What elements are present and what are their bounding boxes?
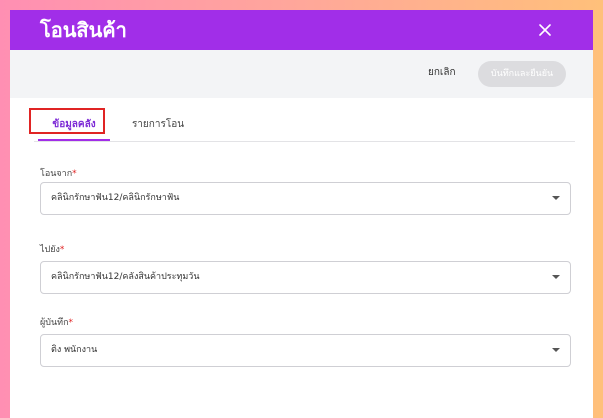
tab-highlight-box — [29, 108, 105, 134]
required-mark: * — [72, 169, 77, 179]
to-field-label: ไปยัง* — [40, 245, 65, 255]
tab-transfer-items[interactable]: รายการโอน — [122, 108, 194, 141]
caret-down-icon — [552, 275, 560, 279]
from-field-label: โอนจาก* — [40, 169, 77, 179]
from-select[interactable]: คลินิกรักษาฟัน12/คลินิกรักษาฟัน — [40, 182, 571, 215]
recorder-select-value: ติง พนักงาน — [51, 345, 98, 355]
action-bar: ยกเลิก บันทึกและยืนยัน — [10, 50, 593, 98]
transfer-dialog: โอนสินค้า ยกเลิก บันทึกและยืนยัน ข้อมูลค… — [10, 10, 593, 418]
to-select[interactable]: คลินิกรักษาฟัน12/คลังสินค้าประทุมวัน — [40, 261, 571, 294]
dialog-title: โอนสินค้า — [40, 18, 127, 42]
recorder-field-label: ผู้บันทึก* — [40, 318, 74, 328]
recorder-select[interactable]: ติง พนักงาน — [40, 334, 571, 367]
to-select-value: คลินิกรักษาฟัน12/คลังสินค้าประทุมวัน — [51, 272, 200, 282]
required-mark: * — [59, 245, 65, 255]
save-confirm-button[interactable]: บันทึกและยืนยัน — [478, 61, 566, 87]
required-mark: * — [68, 318, 74, 328]
dialog-header: โอนสินค้า — [10, 10, 593, 50]
caret-down-icon — [552, 196, 560, 200]
close-icon — [539, 24, 551, 36]
close-button[interactable] — [534, 19, 556, 41]
from-select-value: คลินิกรักษาฟัน12/คลินิกรักษาฟัน — [51, 193, 180, 203]
cancel-button[interactable]: ยกเลิก — [428, 65, 456, 81]
tab-bar: ข้อมูลคลัง รายการโอน — [34, 108, 575, 142]
caret-down-icon — [552, 348, 560, 352]
